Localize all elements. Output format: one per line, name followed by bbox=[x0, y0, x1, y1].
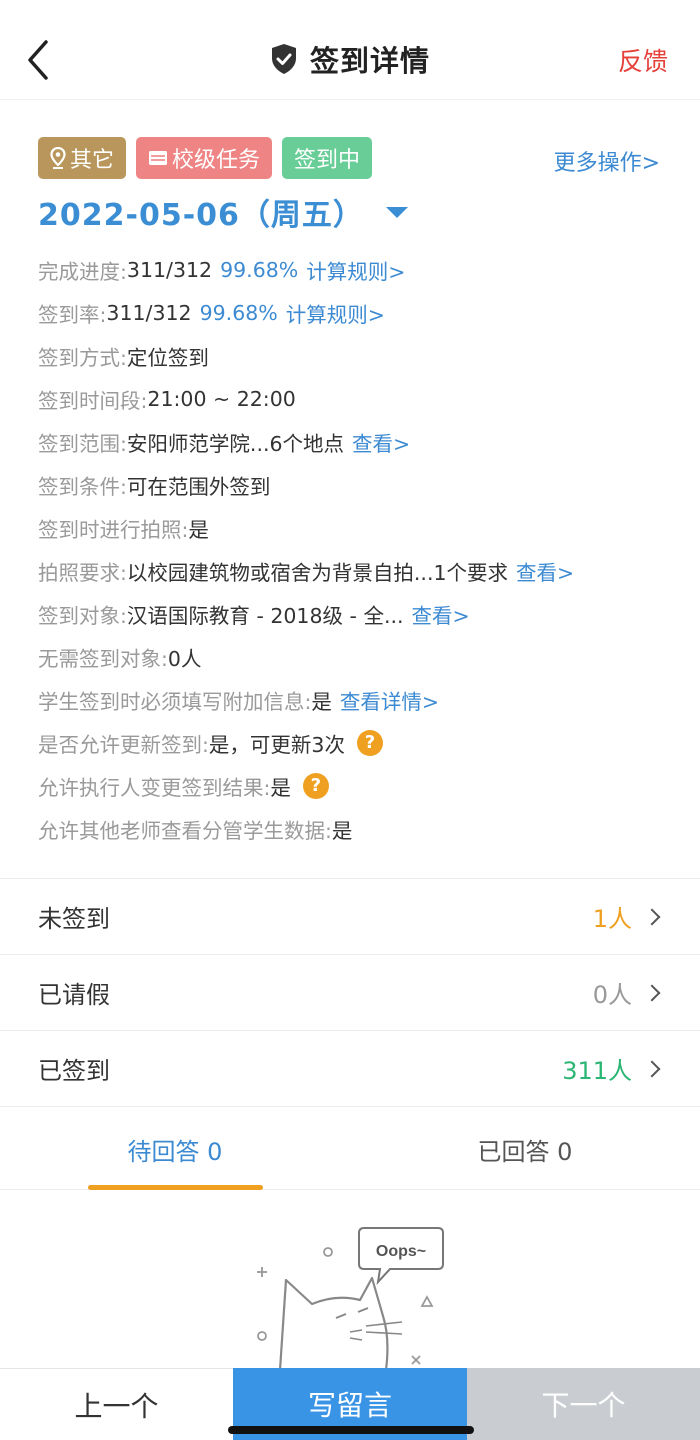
date-selector[interactable]: 2022-05-06（周五） bbox=[38, 190, 408, 234]
info-method: 签到方式: 定位签到 bbox=[38, 345, 209, 370]
status-row-signed[interactable]: 已签到 311人 bbox=[0, 1031, 700, 1107]
info-update: 是否允许更新签到: 是，可更新3次 ? bbox=[38, 721, 678, 764]
more-actions-link[interactable]: 更多操作> bbox=[554, 145, 660, 177]
nav-bar: 签到详情 反馈 bbox=[0, 0, 700, 100]
previous-button[interactable]: 上一个 bbox=[0, 1368, 233, 1440]
info-extra-info: 学生签到时必须填写附加信息: 是 查看详情> bbox=[38, 678, 678, 721]
info-view-data: 允许其他老师查看分管学生数据: 是 bbox=[38, 818, 353, 843]
view-target-link[interactable]: 查看> bbox=[412, 599, 470, 629]
detail-info-list: 完成进度: 311/312 99.68% 计算规则> 签到率: 311/312 … bbox=[38, 248, 678, 850]
shield-check-icon bbox=[271, 44, 296, 74]
status-row-not-signed[interactable]: 未签到 1人 bbox=[0, 879, 700, 955]
status-count: 0人 bbox=[592, 981, 632, 1009]
tag-school-level-label: 校级任务 bbox=[172, 148, 261, 173]
qa-tabs: 待回答 0 已回答 0 bbox=[0, 1108, 700, 1190]
info-condition: 签到条件: 可在范围外签到 bbox=[38, 474, 271, 499]
view-photo-requirement-link[interactable]: 查看> bbox=[516, 556, 574, 586]
status-count: 311人 bbox=[562, 1057, 632, 1085]
chevron-right-icon bbox=[643, 984, 661, 1001]
info-progress: 完成进度: 311/312 99.68% 计算规则> bbox=[38, 248, 678, 291]
date-text: 2022-05-06（周五） bbox=[38, 198, 364, 233]
chevron-right-icon bbox=[643, 1060, 661, 1077]
calc-rule-link[interactable]: 计算规则> bbox=[306, 255, 405, 285]
tab-active-indicator bbox=[88, 1185, 263, 1190]
help-question-icon[interactable]: ? bbox=[356, 729, 383, 756]
page-title: 签到详情 bbox=[309, 44, 430, 78]
info-period: 签到时间段: 21:00 ~ 22:00 bbox=[38, 386, 296, 413]
oops-bubble-text: Oops~ bbox=[376, 1243, 426, 1260]
tag-status-label: 签到中 bbox=[294, 148, 361, 173]
info-photo: 签到时进行拍照: 是 bbox=[38, 517, 209, 542]
tab-answered[interactable]: 已回答 0 bbox=[350, 1108, 700, 1190]
location-pin-icon bbox=[50, 147, 66, 169]
status-count: 1人 bbox=[592, 905, 632, 933]
info-exempt: 无需签到对象: 0人 bbox=[38, 646, 202, 671]
tab-pending[interactable]: 待回答 0 bbox=[0, 1108, 350, 1190]
view-range-link[interactable]: 查看> bbox=[352, 427, 410, 457]
task-tags: 其它 校级任务 签到中 bbox=[38, 137, 373, 179]
tag-other: 其它 bbox=[38, 137, 127, 179]
info-change-result: 允许执行人变更签到结果: 是 ? bbox=[38, 764, 678, 807]
caret-down-icon bbox=[385, 206, 408, 218]
tag-school-level: 校级任务 bbox=[136, 137, 273, 179]
info-range: 签到范围: 安阳师范学院...6个地点 查看> bbox=[38, 420, 678, 463]
calc-rule-link[interactable]: 计算规则> bbox=[286, 298, 385, 328]
info-rate: 签到率: 311/312 99.68% 计算规则> bbox=[38, 291, 678, 334]
chevron-right-icon bbox=[643, 908, 661, 925]
tag-other-label: 其它 bbox=[70, 148, 115, 173]
card-icon bbox=[149, 151, 168, 165]
info-target: 签到对象: 汉语国际教育 - 2018级 - 全... 查看> bbox=[38, 592, 678, 635]
next-button[interactable]: 下一个 bbox=[467, 1368, 700, 1440]
status-row-on-leave[interactable]: 已请假 0人 bbox=[0, 955, 700, 1031]
empty-state-cat-illustration: Oops~ bbox=[257, 1227, 444, 1370]
view-details-link[interactable]: 查看详情> bbox=[340, 685, 439, 715]
tag-status: 签到中 bbox=[282, 137, 373, 179]
feedback-button[interactable]: 反馈 bbox=[618, 42, 668, 78]
help-question-icon[interactable]: ? bbox=[302, 772, 329, 799]
home-indicator bbox=[228, 1426, 474, 1434]
info-photo-requirement: 拍照要求: 以校园建筑物或宿舍为背景自拍...1个要求 查看> bbox=[38, 549, 678, 592]
status-list: 未签到 1人 已请假 0人 已签到 311人 bbox=[0, 878, 700, 1107]
